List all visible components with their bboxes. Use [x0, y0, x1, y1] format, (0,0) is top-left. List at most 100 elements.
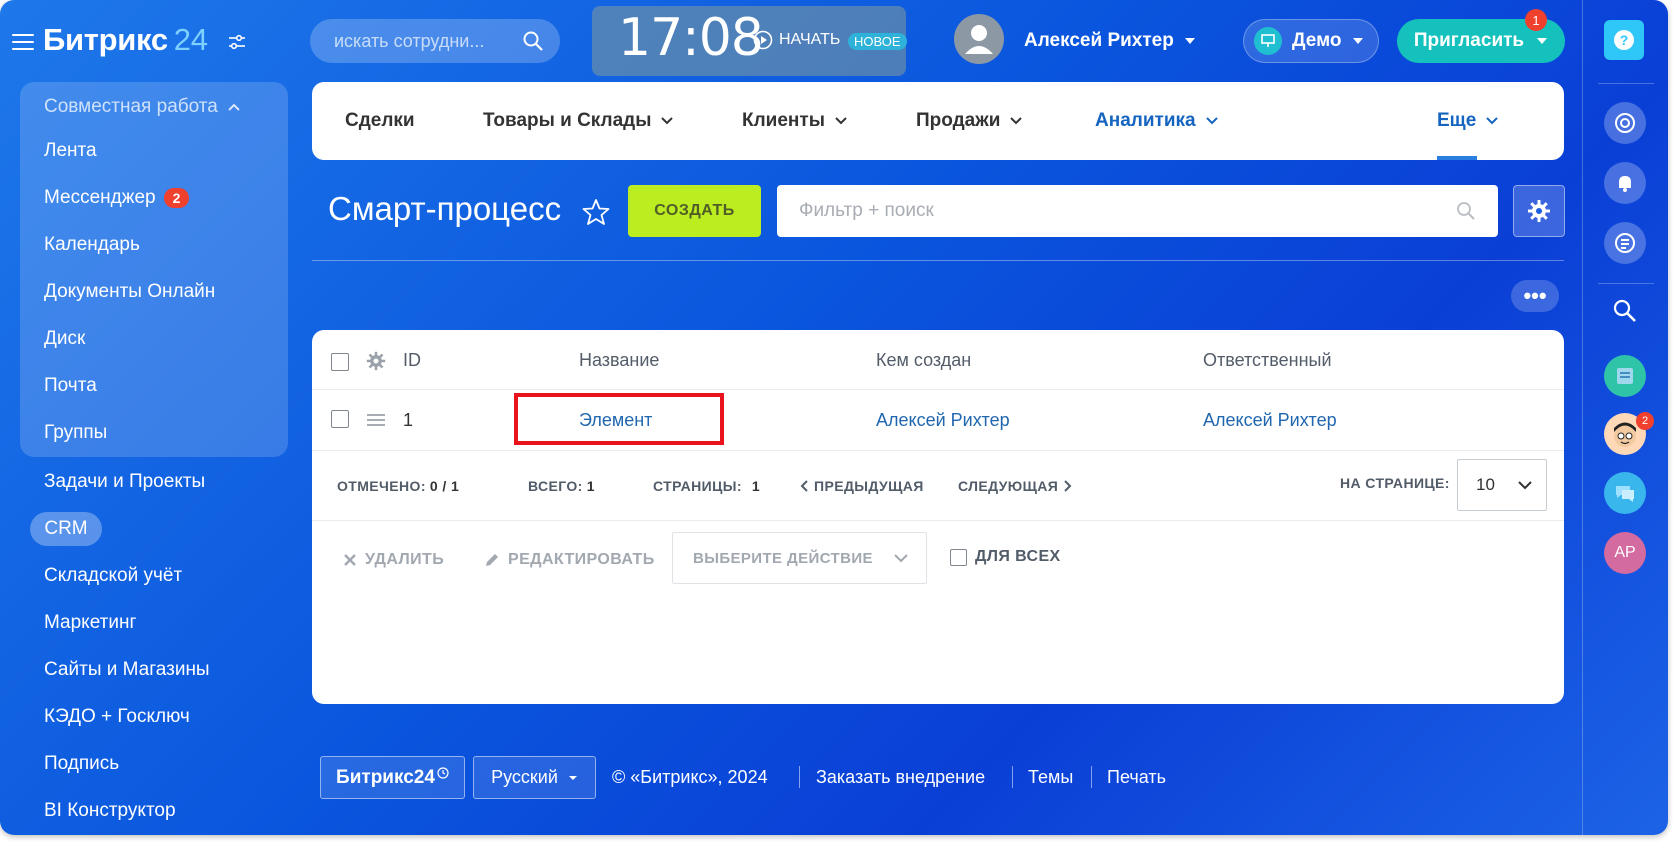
- contact-counter-badge: 2: [1636, 412, 1654, 430]
- page-title: Смарт-процесс: [328, 190, 562, 227]
- tab-clients[interactable]: Клиенты: [742, 110, 847, 132]
- settings-sliders-icon[interactable]: [228, 34, 246, 50]
- language-select[interactable]: Русский: [473, 756, 596, 799]
- user-initials-avatar[interactable]: АР: [1604, 532, 1646, 574]
- tab-more[interactable]: Еще: [1437, 110, 1498, 132]
- tab-analytics[interactable]: Аналитика: [1095, 110, 1218, 132]
- chevron-down-icon: [661, 117, 674, 125]
- footer-link-order[interactable]: Заказать внедрение: [816, 767, 985, 788]
- sidebar-item-calendar[interactable]: Календарь: [44, 234, 140, 256]
- logo-text: Битрикс: [43, 22, 168, 57]
- page-settings-button[interactable]: [1513, 185, 1565, 237]
- messenger-counter-badge: 2: [163, 187, 190, 208]
- footer-logo[interactable]: Битрикс24: [320, 756, 465, 799]
- sidebar-item-tasks[interactable]: Задачи и Проекты: [44, 471, 205, 493]
- list-circle-icon: [1615, 233, 1635, 253]
- create-button[interactable]: СОЗДАТЬ: [628, 185, 761, 237]
- menu-burger-icon[interactable]: [12, 34, 34, 50]
- user-avatar[interactable]: [954, 14, 1004, 64]
- footer-link-print[interactable]: Печать: [1107, 767, 1166, 788]
- sidebar-item-messenger[interactable]: Мессенджер 2: [44, 187, 190, 209]
- filter-search-box[interactable]: [777, 185, 1498, 237]
- sidebar-item-kedo[interactable]: КЭДО + Госключ: [44, 706, 190, 728]
- sidebar-item-groups[interactable]: Группы: [44, 422, 107, 444]
- sidebar-group-title[interactable]: Совместная работа: [44, 96, 241, 118]
- tab-label: Аналитика: [1095, 110, 1196, 131]
- for-all-checkbox[interactable]: [950, 548, 967, 566]
- per-page-select[interactable]: 10: [1457, 459, 1547, 511]
- pages-count: СТРАНИЦЫ: 1: [653, 478, 761, 494]
- sidebar-item-bi[interactable]: BI Конструктор: [44, 800, 176, 822]
- active-tab-indicator: [1437, 156, 1477, 160]
- tab-deals[interactable]: Сделки: [345, 110, 415, 132]
- sidebar-item-feed[interactable]: Лента: [44, 140, 97, 162]
- filter-search-input[interactable]: [799, 200, 1399, 222]
- timeline-button[interactable]: [1604, 102, 1646, 144]
- footer-separator: [1012, 766, 1013, 788]
- search-icon[interactable]: [522, 30, 544, 52]
- user-menu[interactable]: Алексей Рихтер: [1024, 30, 1196, 52]
- cell-responsible-link[interactable]: Алексей Рихтер: [1203, 410, 1337, 431]
- column-header-id[interactable]: ID: [403, 350, 421, 371]
- bell-icon: [1619, 176, 1631, 192]
- chevron-down-icon: [1486, 117, 1498, 125]
- chevron-down-icon: [835, 117, 847, 125]
- sidebar-item-disk[interactable]: Диск: [44, 328, 85, 350]
- row-checkbox[interactable]: [331, 410, 349, 428]
- column-header-responsible[interactable]: Ответственный: [1203, 350, 1332, 371]
- chevron-down-icon: [894, 553, 908, 562]
- tab-products[interactable]: Товары и Склады: [483, 110, 674, 132]
- select-all-checkbox[interactable]: [331, 353, 349, 371]
- action-select[interactable]: ВЫБЕРИТЕ ДЕЙСТВИЕ: [672, 532, 927, 584]
- more-options-button[interactable]: •••: [1511, 280, 1559, 312]
- search-icon[interactable]: [1456, 201, 1476, 221]
- sidebar-item-documents[interactable]: Документы Онлайн: [44, 281, 215, 303]
- document-icon: [1617, 368, 1633, 384]
- sidebar-item-crm[interactable]: CRM: [30, 512, 102, 546]
- sidebar-item-sign[interactable]: Подпись: [44, 753, 119, 775]
- tab-sales[interactable]: Продажи: [916, 110, 1023, 132]
- prev-page-button[interactable]: ПРЕДЫДУЩАЯ: [800, 478, 924, 494]
- per-page-label: НА СТРАНИЦЕ:: [1340, 475, 1450, 491]
- sidebar-item-marketing[interactable]: Маркетинг: [44, 612, 136, 634]
- notifications-button[interactable]: [1604, 162, 1646, 204]
- toolbar-separator: [1598, 283, 1654, 284]
- open-channels-button[interactable]: [1604, 472, 1646, 514]
- sidebar-item-label: Мессенджер: [44, 187, 156, 208]
- footer-link-themes[interactable]: Темы: [1028, 767, 1073, 788]
- for-all-toggle[interactable]: ДЛЯ ВСЕХ: [950, 548, 1061, 566]
- sidebar-item-inventory[interactable]: Складской учёт: [44, 565, 182, 587]
- start-workday-button[interactable]: НАЧАТЬ: [753, 30, 840, 50]
- edit-button[interactable]: РЕДАКТИРОВАТЬ: [484, 551, 655, 569]
- sidebar-group-collaboration: [20, 82, 288, 457]
- sidebar-item-mail[interactable]: Почта: [44, 375, 97, 397]
- column-header-name[interactable]: Название: [579, 350, 659, 371]
- favorite-star-icon[interactable]: [582, 198, 610, 226]
- help-button[interactable]: ?: [1604, 20, 1644, 60]
- caret-down-icon: [1537, 38, 1548, 44]
- cell-created-by-link[interactable]: Алексей Рихтер: [876, 410, 1010, 431]
- logo-number: 24: [173, 22, 208, 57]
- sidebar-item-sites[interactable]: Сайты и Магазины: [44, 659, 210, 681]
- pencil-icon: [486, 554, 498, 566]
- play-icon: [753, 30, 773, 50]
- column-settings-gear-icon[interactable]: [366, 351, 386, 371]
- global-search-button[interactable]: [1604, 290, 1646, 332]
- chat-group-avatar[interactable]: [1604, 355, 1646, 397]
- tab-label: Товары и Склады: [483, 110, 652, 131]
- tab-label: Еще: [1437, 110, 1477, 131]
- next-page-button[interactable]: СЛЕДУЮЩАЯ: [958, 478, 1072, 494]
- column-header-created-by[interactable]: Кем создан: [876, 350, 971, 371]
- demo-button[interactable]: Демо: [1243, 19, 1379, 63]
- delete-button[interactable]: УДАЛИТЬ: [343, 551, 444, 569]
- items-grid: [312, 330, 1564, 704]
- employee-search[interactable]: [310, 19, 560, 63]
- clock-time: 17:08: [618, 8, 764, 68]
- row-menu-icon[interactable]: [366, 412, 386, 428]
- presentation-icon: [1254, 27, 1282, 55]
- activity-stream-button[interactable]: [1604, 222, 1646, 264]
- chevron-up-icon: [227, 96, 241, 118]
- bitrix-logo[interactable]: Битрикс 24: [43, 22, 208, 58]
- employee-search-input[interactable]: [334, 30, 514, 52]
- pagination-divider: [312, 520, 1564, 521]
